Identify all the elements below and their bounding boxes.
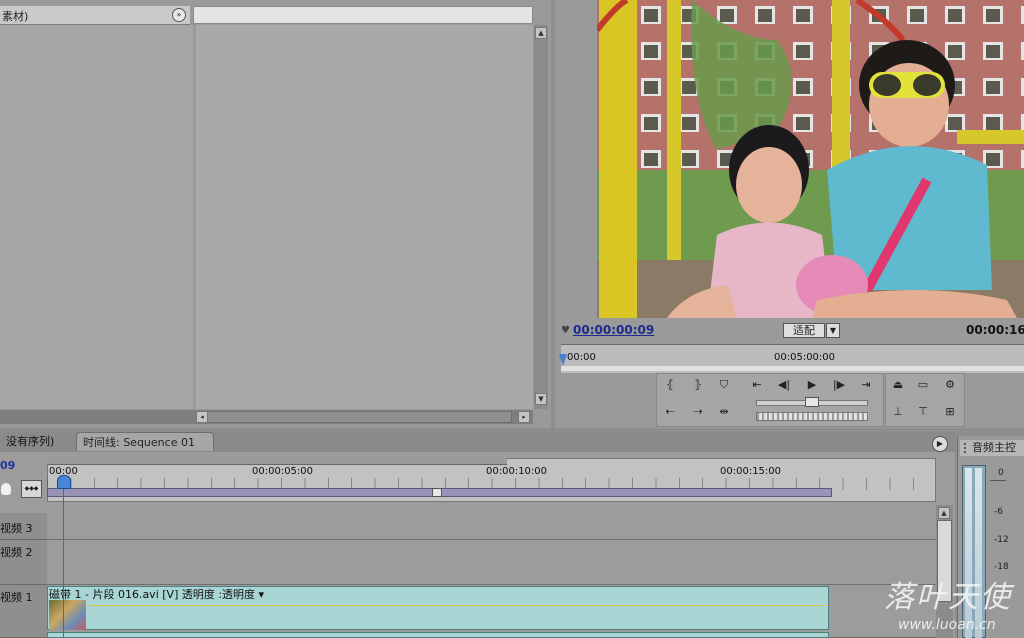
project-vertical-scrollbar[interactable]: ▲ ▼ — [534, 25, 548, 409]
track-area-video-2[interactable] — [47, 540, 936, 585]
project-bin-header-label: 素材) — [2, 10, 29, 23]
safe-margins-icon[interactable]: ▭ — [913, 375, 933, 395]
overwrite-icon[interactable]: ⊤ — [913, 402, 933, 422]
project-scroll-thumb[interactable] — [200, 411, 512, 423]
step-back-icon[interactable]: ◀| — [774, 375, 794, 395]
program-duration-timecode: 00:00:16 — [966, 323, 1024, 337]
project-bin-header[interactable]: 素材) » — [0, 6, 190, 25]
play-in-to-out-icon[interactable]: ⇹ — [714, 402, 734, 422]
set-marker-icon[interactable]: ◆◆◆ — [21, 480, 42, 498]
track-area-video-3[interactable] — [47, 513, 936, 540]
playhead-icon[interactable] — [57, 475, 71, 489]
db-label: -12 — [994, 535, 1009, 545]
circle-arrow-icon[interactable]: ▶ — [932, 436, 948, 452]
snap-magnet-icon[interactable] — [1, 483, 11, 495]
project-column-area — [196, 25, 533, 409]
scroll-up-icon[interactable]: ▲ — [535, 27, 547, 39]
go-next-edit-icon[interactable]: ⇢ — [688, 402, 708, 422]
project-item-list[interactable] — [0, 25, 193, 409]
work-area-grip[interactable] — [432, 488, 442, 497]
chevron-down-icon[interactable]: ▼ — [826, 323, 840, 338]
track-header-video-3[interactable]: 视频 3 — [0, 513, 47, 540]
db-label: -6 — [994, 507, 1003, 517]
timeline-zoom-bar[interactable] — [47, 458, 507, 465]
step-forward-icon[interactable]: |▶ — [829, 375, 849, 395]
scroll-down-icon[interactable]: ▼ — [535, 393, 547, 405]
track-name: 视频 1 — [0, 591, 33, 604]
tab-all-sequences[interactable]: 没有序列) — [0, 432, 80, 451]
marker-heart-icon: ♥ — [561, 325, 570, 336]
go-prev-edit-icon[interactable]: ⇠ — [660, 402, 680, 422]
timeline-ruler-label: 00:00:15:00 — [720, 466, 782, 477]
track-name: 视频 3 — [0, 522, 33, 535]
mark-out-icon[interactable]: ⦄ — [688, 375, 708, 395]
watermark-logo: 落叶天使 — [884, 580, 1012, 615]
audio-master-title-label: 音频主控 — [972, 441, 1016, 454]
output-icon[interactable]: ⚙ — [940, 375, 960, 395]
extract-icon[interactable]: ⊥ — [888, 402, 908, 422]
tab-sequence-01[interactable]: 时间线: Sequence 01 × — [76, 432, 214, 468]
play-icon[interactable]: ▶ — [802, 375, 822, 395]
opacity-rubberband[interactable] — [87, 605, 827, 606]
export-frame-icon[interactable]: ⊞ — [940, 402, 960, 422]
watermark-url: www.luoan.cn — [898, 617, 996, 633]
program-current-timecode[interactable]: 00:00:00:09 — [573, 323, 654, 337]
program-video-frame — [597, 0, 1024, 318]
marker-icon[interactable]: ⛉ — [714, 375, 734, 395]
video-frame-image — [597, 0, 1024, 318]
scroll-left-icon[interactable]: ◂ — [196, 411, 208, 423]
mark-in-icon[interactable]: ⦃ — [660, 375, 680, 395]
tab-sequence-label: 时间线: Sequence 01 — [83, 436, 195, 449]
track-name: 视频 2 — [0, 546, 33, 559]
scroll-up-icon[interactable]: ▲ — [938, 507, 950, 519]
timeline-current-timecode[interactable]: 09 — [0, 459, 15, 472]
shuttle-dial[interactable] — [756, 412, 868, 421]
audio-clip[interactable] — [47, 632, 829, 638]
panel-grip-icon[interactable] — [964, 443, 970, 453]
track-header-video-2[interactable]: 视频 2 — [0, 540, 47, 585]
db-label: 0 — [998, 468, 1004, 478]
timeline-ruler-label: 00:00:10:00 — [486, 466, 548, 477]
db-label: -18 — [994, 562, 1009, 572]
project-column-header[interactable] — [193, 6, 533, 24]
monitor-ruler-track[interactable] — [561, 366, 1024, 371]
track-header-video-1[interactable]: 视频 1 — [0, 585, 47, 638]
db-tick — [990, 480, 1006, 481]
playhead-line — [63, 488, 64, 638]
go-to-in-icon[interactable]: ⇤ — [747, 375, 767, 395]
lift-icon[interactable]: ⏏ — [888, 375, 908, 395]
jog-slider-thumb[interactable] — [805, 397, 819, 407]
project-horizontal-scrollbar[interactable]: ◂ ▸ — [0, 410, 533, 424]
monitor-ruler-label: 00:05:00:00 — [774, 352, 836, 363]
monitor-ruler-label: 00:00 — [567, 352, 596, 363]
timeline-ruler-label: 00:00:05:00 — [252, 466, 314, 477]
scroll-right-icon[interactable]: ▸ — [518, 411, 530, 423]
go-to-out-icon[interactable]: ⇥ — [856, 375, 876, 395]
fit-zoom-select[interactable]: 适配 — [783, 323, 825, 338]
timeline-tab-bar: 没有序列) 时间线: Sequence 01 × — [0, 432, 955, 468]
clip-thumbnail — [49, 600, 86, 630]
circle-arrow-icon[interactable]: » — [172, 8, 186, 22]
